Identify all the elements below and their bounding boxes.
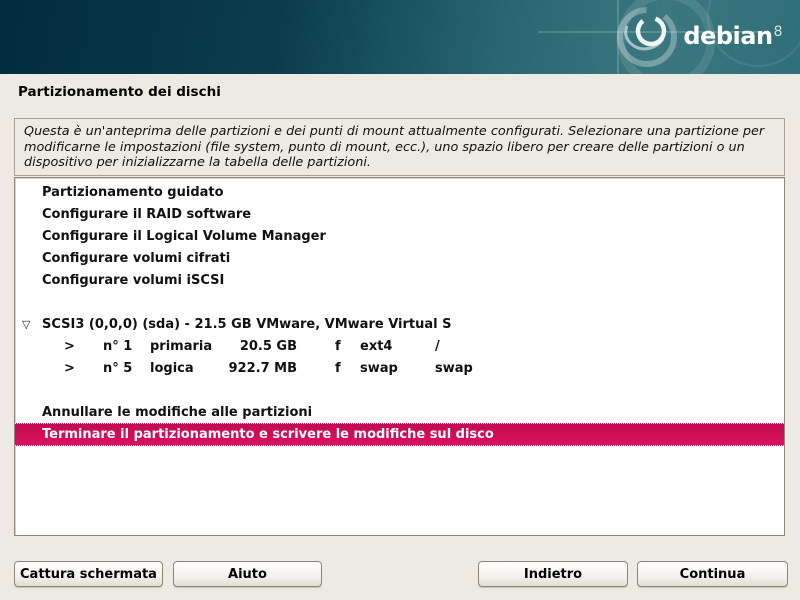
menu-item-configure-lvm[interactable]: Configurare il Logical Volume Manager bbox=[15, 225, 784, 247]
menu-item-finish-partitioning[interactable]: Terminare il partizionamento e scrivere … bbox=[15, 423, 784, 446]
description-text: Questa è un'anteprima delle partizioni e… bbox=[24, 124, 764, 170]
page-title: Partizionamento dei dischi bbox=[18, 84, 221, 100]
debian-brand-text: debian8 bbox=[683, 22, 782, 50]
menu-item-configure-raid[interactable]: Configurare il RAID software bbox=[15, 203, 784, 225]
menu-item-undo-changes[interactable]: Annullare le modifiche alle partizioni bbox=[15, 401, 784, 423]
back-button[interactable]: Indietro bbox=[478, 561, 628, 587]
menu-item-label: Configurare il RAID software bbox=[42, 207, 251, 222]
partition-number: n° 5 bbox=[103, 361, 150, 376]
screenshot-button[interactable]: Cattura schermata bbox=[14, 561, 163, 587]
partition-size: 20.5 GB bbox=[223, 339, 297, 354]
description-box: Questa è un'anteprima delle partizioni e… bbox=[14, 118, 785, 176]
partition-flag: f bbox=[335, 339, 360, 354]
menu-item-label: Configurare volumi cifrati bbox=[42, 251, 230, 266]
partition-type: primaria bbox=[150, 339, 223, 354]
spacer-row bbox=[15, 291, 784, 313]
partition-mountpoint: swap bbox=[435, 361, 473, 376]
menu-item-configure-iscsi[interactable]: Configurare volumi iSCSI bbox=[15, 269, 784, 291]
spacer-row bbox=[15, 379, 784, 401]
partition-mountpoint: / bbox=[435, 339, 440, 354]
partition-filesystem: ext4 bbox=[360, 339, 435, 354]
expander-triangle-icon[interactable]: ▽ bbox=[22, 318, 42, 331]
partition-filesystem: swap bbox=[360, 361, 435, 376]
partition-size: 922.7 MB bbox=[223, 361, 297, 376]
menu-item-label: Partizionamento guidato bbox=[42, 185, 224, 200]
partition-type: logica bbox=[150, 361, 223, 376]
menu-item-label: Terminare il partizionamento e scrivere … bbox=[42, 427, 494, 442]
brand-version: 8 bbox=[774, 24, 782, 40]
menu-item-label: Annullare le modifiche alle partizioni bbox=[42, 405, 312, 420]
menu-item-partition-5[interactable]: > n° 5 logica 922.7 MB f swap swap bbox=[15, 357, 784, 379]
debian-swirl-logo bbox=[0, 0, 800, 74]
partition-menu: Partizionamento guidato Configurare il R… bbox=[14, 177, 785, 536]
help-button[interactable]: Aiuto bbox=[173, 561, 322, 587]
header-banner: debian8 bbox=[0, 0, 800, 74]
partition-marker: > bbox=[64, 339, 103, 354]
partition-flag: f bbox=[335, 361, 360, 376]
menu-item-label: Configurare il Logical Volume Manager bbox=[42, 229, 326, 244]
menu-item-disk-sda[interactable]: ▽ SCSI3 (0,0,0) (sda) - 21.5 GB VMware, … bbox=[15, 313, 784, 335]
disk-label: SCSI3 (0,0,0) (sda) - 21.5 GB VMware, VM… bbox=[42, 317, 451, 332]
partition-marker: > bbox=[64, 361, 103, 376]
menu-item-label: Configurare volumi iSCSI bbox=[42, 273, 224, 288]
menu-item-partition-1[interactable]: > n° 1 primaria 20.5 GB f ext4 / bbox=[15, 335, 784, 357]
menu-item-configure-encrypted[interactable]: Configurare volumi cifrati bbox=[15, 247, 784, 269]
partition-number: n° 1 bbox=[103, 339, 150, 354]
continue-button[interactable]: Continua bbox=[637, 561, 788, 587]
brand-name: debian bbox=[683, 22, 772, 50]
menu-item-guided-partitioning[interactable]: Partizionamento guidato bbox=[15, 181, 784, 203]
